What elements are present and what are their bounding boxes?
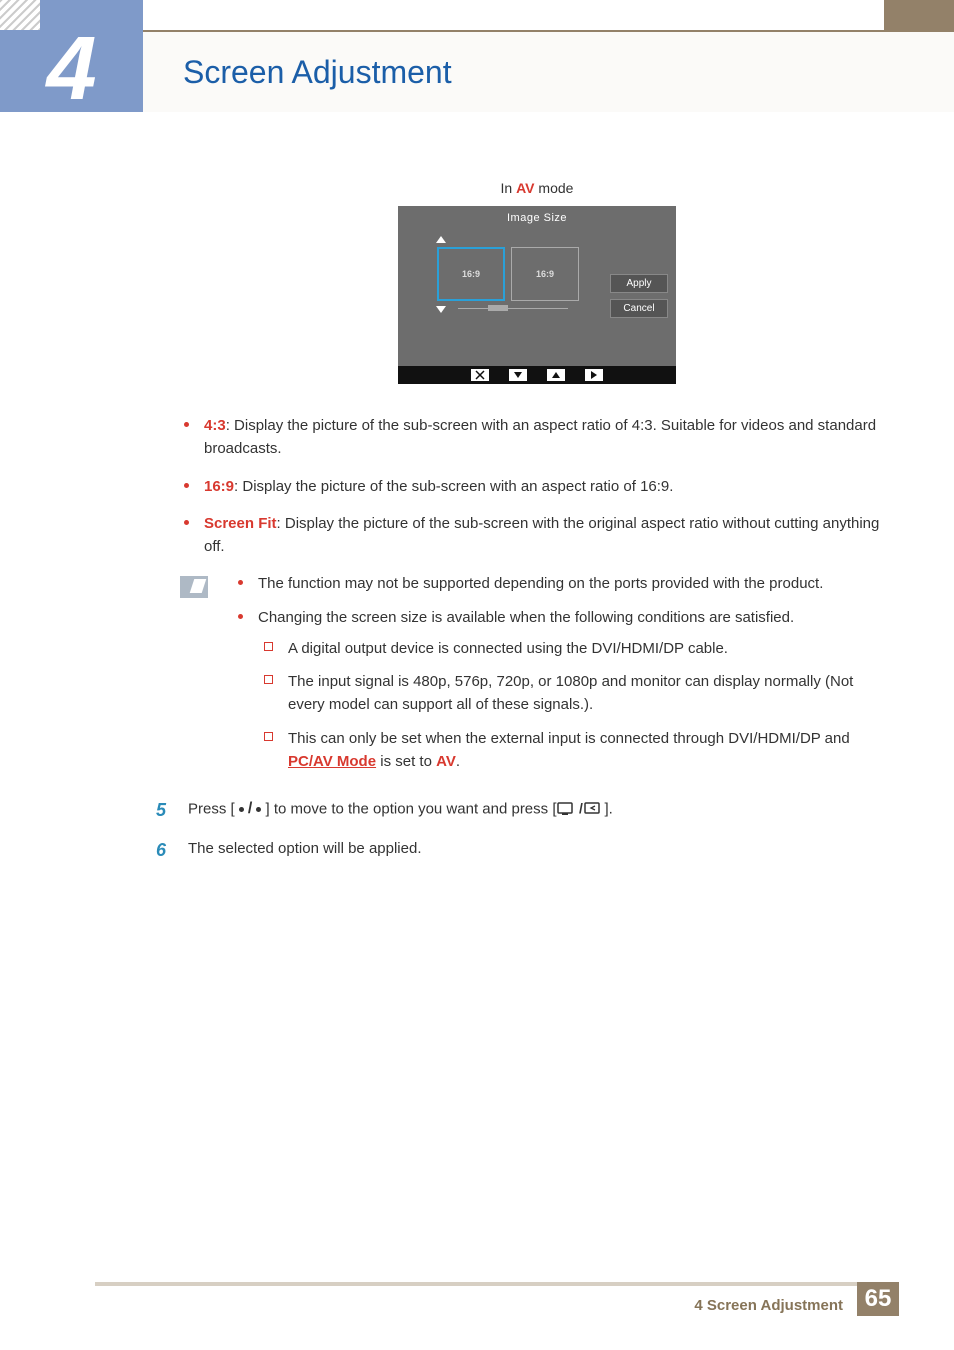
note-block: The function may not be supported depend… bbox=[180, 572, 894, 783]
sub-item: The input signal is 480p, 576p, 720p, or… bbox=[258, 670, 894, 717]
osd-apply-button: Apply bbox=[610, 274, 668, 293]
s3-mid: is set to bbox=[376, 753, 436, 770]
page-title: Screen Adjustment bbox=[143, 30, 954, 112]
chapter-block: 4 bbox=[0, 30, 143, 112]
down-key-icon bbox=[509, 369, 527, 381]
osd-footer-keys bbox=[398, 366, 676, 384]
note-item: Changing the screen size is available wh… bbox=[236, 606, 894, 774]
osd-screenshot: Image Size 16:9 16:9 Apply Cancel bbox=[398, 206, 676, 384]
term-16-9: 16:9 bbox=[204, 478, 234, 495]
step-number: 6 bbox=[156, 837, 172, 865]
osd-caption: In AV mode bbox=[180, 180, 894, 196]
page-number: 65 bbox=[857, 1282, 899, 1316]
up-arrow-icon bbox=[436, 236, 446, 243]
page-header: 4 Screen Adjustment bbox=[0, 30, 954, 112]
s5-a: Press [ bbox=[188, 800, 239, 817]
caption-prefix: In bbox=[501, 180, 517, 196]
close-key-icon bbox=[471, 369, 489, 381]
chapter-number: 4 bbox=[46, 24, 96, 114]
caption-suffix: mode bbox=[535, 180, 574, 196]
feature-list: 4:3: Display the picture of the sub-scre… bbox=[180, 414, 894, 558]
up-key-icon bbox=[547, 369, 565, 381]
s5-c: ]. bbox=[605, 800, 613, 817]
down-arrow-icon bbox=[436, 306, 446, 313]
desc-screen-fit: : Display the picture of the sub-screen … bbox=[204, 515, 879, 555]
step-5: 5 Press [ / ] to move to the option you … bbox=[156, 797, 894, 825]
step-number: 5 bbox=[156, 797, 172, 825]
note-item: The function may not be supported depend… bbox=[236, 572, 894, 595]
list-item: 4:3: Display the picture of the sub-scre… bbox=[180, 414, 894, 461]
term-4-3: 4:3 bbox=[204, 417, 226, 434]
sub-item: This can only be set when the external i… bbox=[258, 727, 894, 774]
term-screen-fit: Screen Fit bbox=[204, 515, 277, 532]
s5-b: ] to move to the option you want and pre… bbox=[261, 800, 556, 817]
osd-option-selected: 16:9 bbox=[437, 247, 505, 301]
note-icon bbox=[180, 576, 208, 598]
list-item: 16:9: Display the picture of the sub-scr… bbox=[180, 475, 894, 498]
osd-cancel-button: Cancel bbox=[610, 299, 668, 318]
s3-lead: This can only be set when the external i… bbox=[288, 730, 850, 747]
right-key-icon bbox=[585, 369, 603, 381]
step-6: 6 The selected option will be applied. bbox=[156, 837, 894, 865]
source-enter-icon: / bbox=[557, 800, 605, 816]
desc-4-3: : Display the picture of the sub-screen … bbox=[204, 417, 876, 457]
svg-text:/: / bbox=[579, 800, 583, 816]
osd-option: 16:9 bbox=[511, 247, 579, 301]
s6-body: The selected option will be applied. bbox=[188, 837, 894, 865]
osd-title: Image Size bbox=[398, 206, 676, 230]
page-footer: 4 Screen Adjustment 65 bbox=[95, 1282, 899, 1316]
footer-label: 4 Screen Adjustment bbox=[694, 1297, 843, 1314]
sub-item: A digital output device is connected usi… bbox=[258, 637, 894, 660]
scroll-indicator bbox=[458, 305, 568, 313]
s3-av: AV bbox=[436, 753, 456, 770]
dot-slash-dot-icon: / bbox=[239, 797, 261, 822]
caption-mode: AV bbox=[516, 180, 534, 196]
note-lead: Changing the screen size is available wh… bbox=[258, 609, 794, 626]
step-list: 5 Press [ / ] to move to the option you … bbox=[180, 797, 894, 865]
pc-av-mode-link[interactable]: PC/AV Mode bbox=[288, 753, 376, 770]
s3-end: . bbox=[456, 753, 460, 770]
desc-16-9: : Display the picture of the sub-screen … bbox=[234, 478, 673, 495]
list-item: Screen Fit: Display the picture of the s… bbox=[180, 512, 894, 559]
